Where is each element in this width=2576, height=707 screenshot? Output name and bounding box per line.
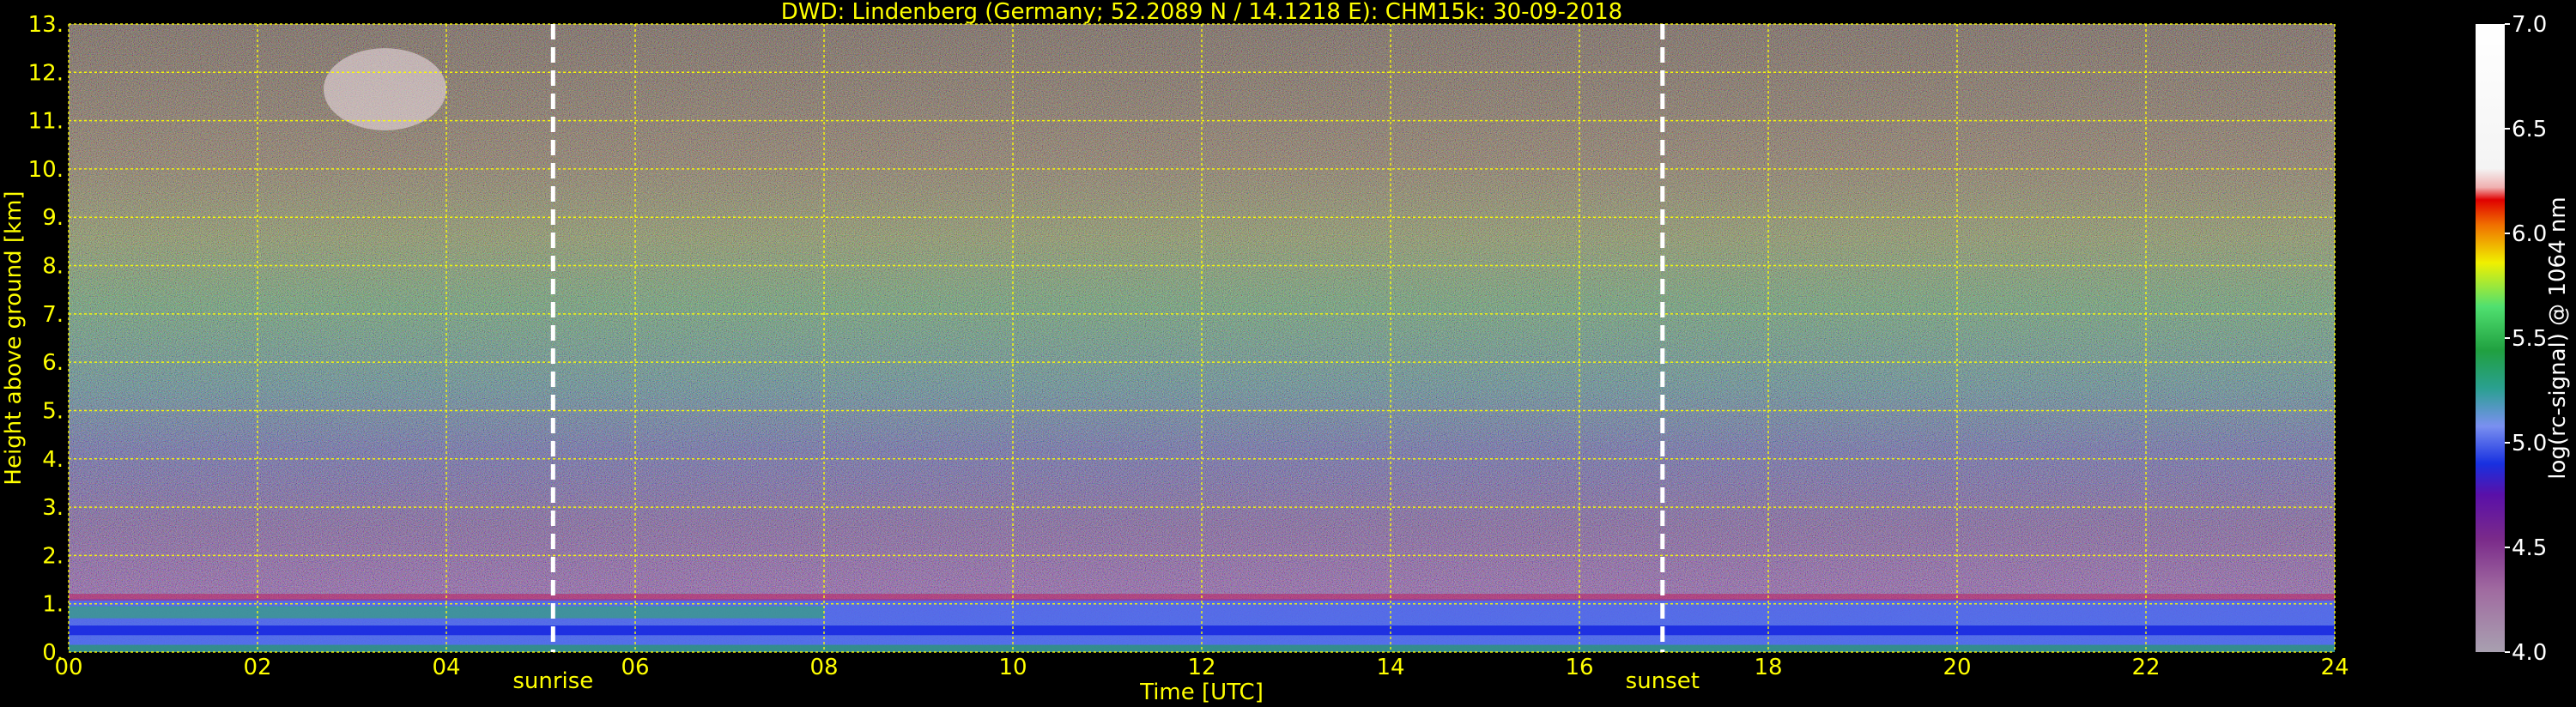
event-labels: sunrise sunset [512, 668, 1700, 694]
colorbar-tick-label: 6.0 [2512, 221, 2547, 247]
y-tick-label: 5. [42, 398, 64, 424]
y-tick-label: 7. [42, 302, 64, 328]
x-tick-label: 08 [809, 655, 838, 680]
colorbar-label: log(rc-signal) @ 1064 nm [2545, 196, 2571, 479]
y-tick-label: 9. [42, 205, 64, 231]
upper-cloud-patch [324, 48, 446, 130]
y-tick-label: 2. [42, 543, 64, 569]
y-tick-label: 3. [42, 495, 64, 521]
colorbar-tick-label: 6.5 [2512, 117, 2547, 142]
colorbar: 4.0 4.5 5.0 5.5 6.0 6.5 7.0 log(rc-signal) @ 1… [2476, 12, 2571, 666]
colorbar-tick-label: 5.0 [2512, 431, 2547, 456]
sunset-label: sunset [1626, 668, 1700, 694]
x-tick-label: 14 [1376, 655, 1404, 680]
colorbar-ticks: 4.0 4.5 5.0 5.5 6.0 6.5 7.0 [2505, 12, 2547, 666]
y-tick-label: 6. [42, 350, 64, 376]
x-tick-label: 22 [2131, 655, 2160, 680]
colorbar-tick-label: 7.0 [2512, 12, 2547, 38]
y-tick-label: 4. [42, 447, 64, 473]
x-tick-label: 20 [1943, 655, 1971, 680]
y-tick-label: 1. [42, 592, 64, 618]
x-tick-label: 24 [2320, 655, 2349, 680]
y-tick-label: 0. [42, 640, 64, 666]
x-tick-label: 16 [1565, 655, 1593, 680]
x-tick-label: 10 [998, 655, 1027, 680]
upper-cloud [324, 48, 446, 130]
y-tick-label: 8. [42, 254, 64, 280]
chart-title: DWD: Lindenberg (Germany; 52.2089 N / 14… [781, 0, 1622, 25]
x-tick-label: 02 [243, 655, 271, 680]
plot-area [68, 23, 2336, 653]
colorbar-tick-label: 5.5 [2512, 326, 2547, 352]
x-axis-ticks: 00 02 04 06 08 10 12 14 16 18 20 22 24 [54, 655, 2349, 680]
colorbar-scale [2476, 24, 2505, 652]
y-tick-label: 13. [28, 12, 64, 38]
x-axis-label: Time [UTC] [1139, 680, 1264, 705]
y-axis-label: Height above ground [km] [1, 190, 27, 485]
y-tick-label: 10. [28, 157, 64, 183]
sunrise-label: sunrise [512, 668, 593, 694]
y-tick-label: 11. [28, 109, 64, 135]
colorbar-tick-label: 4.0 [2512, 640, 2547, 666]
y-tick-label: 12. [28, 60, 64, 86]
x-tick-label: 04 [432, 655, 460, 680]
colorbar-tick-label: 4.5 [2512, 535, 2547, 561]
x-tick-label: 06 [621, 655, 649, 680]
x-tick-label: 18 [1754, 655, 1782, 680]
x-tick-label: 12 [1187, 655, 1215, 680]
y-axis-ticks: 0. 1. 2. 3. 4. 5. 6. 7. 8. 9. 10. 11. 12. 13. [28, 12, 64, 666]
ceilometer-chart: DWD: Lindenberg (Germany; 52.2089 N / 14… [1, 0, 2571, 705]
